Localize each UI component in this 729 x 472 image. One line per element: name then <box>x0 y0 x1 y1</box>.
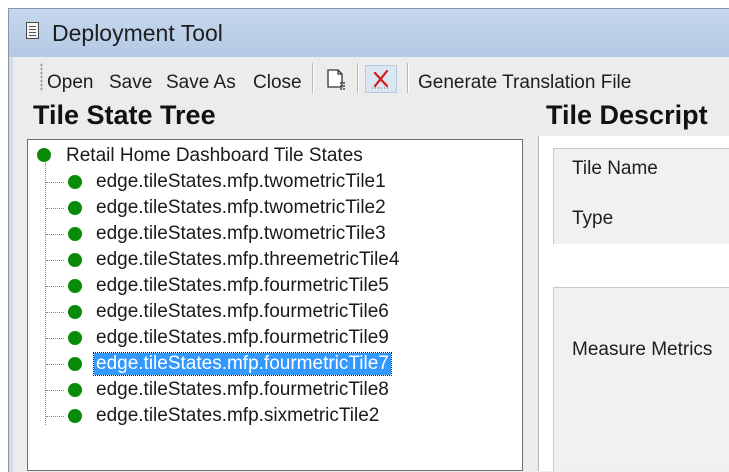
tile-name-label: Tile Name <box>572 158 658 179</box>
measure-metrics-group: Measure Metrics <box>553 287 729 471</box>
tree-connector <box>46 182 64 184</box>
tree-connector <box>46 416 64 418</box>
tree-item-label: edge.tileStates.mfp.twometricTile1 <box>96 171 386 192</box>
tree-item-label: edge.tileStates.mfp.fourmetricTile6 <box>96 301 389 322</box>
desc-panel-heading: Tile Descript <box>546 100 708 130</box>
delete-x-icon <box>372 69 390 89</box>
tree-connector <box>45 163 47 425</box>
delete-tile-button[interactable] <box>365 65 397 93</box>
tile-info-group: Tile Name Type <box>553 148 729 244</box>
tree-item-label: edge.tileStates.mfp.threemetricTile4 <box>96 249 400 270</box>
type-label: Type <box>572 208 614 229</box>
tree-item-label: edge.tileStates.mfp.fourmetricTile8 <box>96 379 389 400</box>
node-bullet-icon <box>68 279 82 293</box>
tree-item-label: edge.tileStates.mfp.twometricTile2 <box>96 197 386 218</box>
node-bullet-icon <box>68 383 82 397</box>
node-bullet-icon <box>68 331 82 345</box>
tree-connector <box>46 312 64 314</box>
new-tile-button[interactable] <box>319 65 351 93</box>
node-bullet-icon <box>37 148 51 162</box>
tree-item-label: edge.tileStates.mfp.fourmetricTile7 <box>93 352 392 376</box>
tree-item-label: edge.tileStates.mfp.fourmetricTile5 <box>96 275 389 296</box>
tree-item-label: edge.tileStates.mfp.fourmetricTile9 <box>96 327 389 348</box>
toolbar-separator <box>357 63 359 93</box>
node-bullet-icon <box>68 201 82 215</box>
toolbar-separator <box>312 63 314 93</box>
measure-metrics-label: Measure Metrics <box>572 339 713 360</box>
tree-connector <box>46 364 64 366</box>
node-bullet-icon <box>68 253 82 267</box>
document-icon <box>26 22 39 39</box>
tree-connector <box>46 390 64 392</box>
save-button[interactable]: Save <box>109 72 152 94</box>
save-as-button[interactable]: Save As <box>166 72 236 94</box>
node-bullet-icon <box>68 409 82 423</box>
node-bullet-icon <box>68 175 82 189</box>
toolbar-separator <box>407 63 409 93</box>
tree-connector <box>46 260 64 262</box>
tree-item-label: edge.tileStates.mfp.sixmetricTile2 <box>96 405 380 426</box>
tree-connector <box>46 338 64 340</box>
tree-panel-heading: Tile State Tree <box>33 100 216 130</box>
node-bullet-icon <box>68 357 82 371</box>
tree-connector <box>46 286 64 288</box>
tree-root-label: Retail Home Dashboard Tile States <box>66 145 363 166</box>
window-title: Deployment Tool <box>52 20 223 46</box>
tree-item-label: edge.tileStates.mfp.twometricTile3 <box>96 223 386 244</box>
new-document-icon <box>327 69 345 90</box>
open-button[interactable]: Open <box>47 72 93 94</box>
node-bullet-icon <box>68 305 82 319</box>
toolbar: Open Save Save As Close Generate Transla… <box>13 57 729 97</box>
close-button[interactable]: Close <box>253 72 302 94</box>
generate-translation-file-button[interactable]: Generate Translation File <box>418 72 631 94</box>
tree-connector <box>46 234 64 236</box>
title-bar[interactable]: Deployment Tool <box>9 9 729 57</box>
tree-connector <box>46 208 64 210</box>
toolbar-grip[interactable] <box>40 63 43 91</box>
node-bullet-icon <box>68 227 82 241</box>
